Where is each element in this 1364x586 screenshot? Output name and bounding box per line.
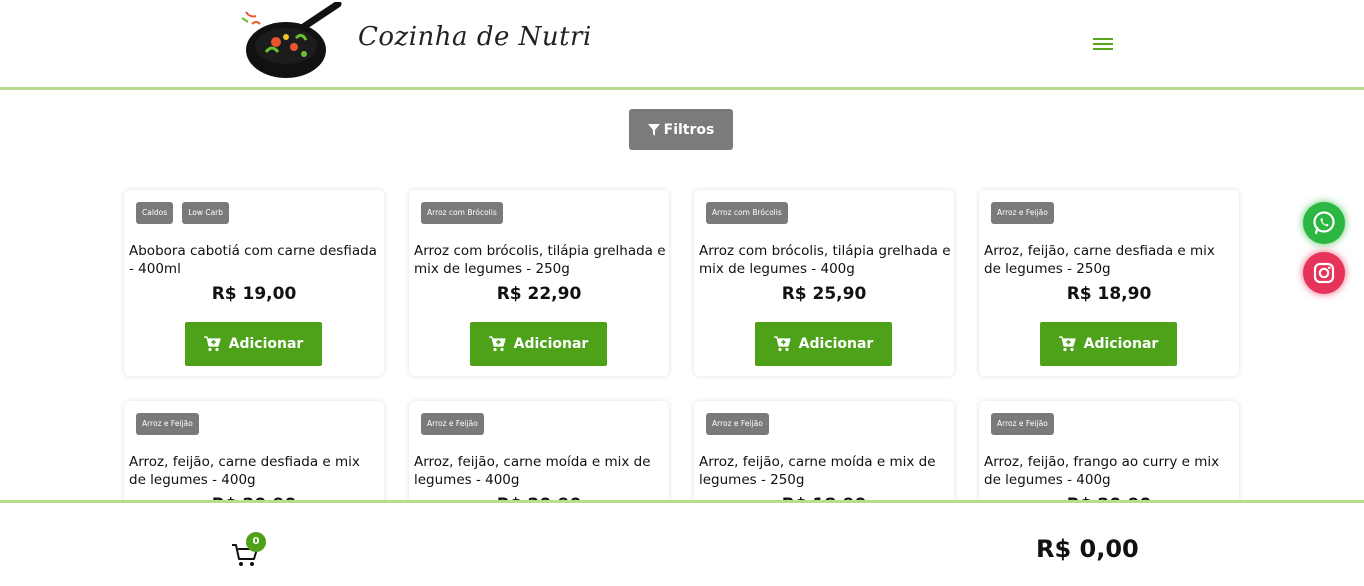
add-cart-icon [773,336,791,352]
product-tags: Arroz e Feijão [991,202,1054,224]
product-name: Arroz, feijão, carne moída e mix de legu… [414,454,651,488]
category-tag: Arroz com Brócolis [421,202,503,224]
product-name: Arroz, feijão, frango ao curry e mix de … [984,454,1220,488]
category-tag: Caldos [136,202,174,224]
category-tag: Arroz e Feijão [136,413,199,435]
product-price: R$ 25,90 [781,284,867,304]
product-name: Arroz, feijão, carne moída e mix de legu… [699,454,936,488]
product-price: R$ 18,90 [1066,284,1152,304]
cart-footer: 0 R$ 0,00 [0,500,1364,586]
product-tags: Arroz e Feijão [421,413,484,435]
product-tags: Arroz e Feijão [706,413,769,435]
product-tags: Arroz e Feijão [136,413,199,435]
category-tag: Arroz e Feijão [991,413,1054,435]
whatsapp-button[interactable] [1303,202,1345,244]
product-tags: Caldos Low Carb [136,202,230,224]
add-button-label: Adicionar [1083,336,1159,352]
category-tag: Arroz e Feijão [421,413,484,435]
filters-label: Filtros [663,121,715,138]
brand-name[interactable]: Cozinha de Nutri [358,22,592,52]
cart-total: R$ 0,00 [1036,535,1139,563]
category-tag: Arroz com Brócolis [706,202,788,224]
add-to-cart-button[interactable]: Adicionar [470,322,607,366]
product-card: Caldos Low Carb Abobora cabotiá com carne… [124,190,384,376]
filters-button[interactable]: Filtros [629,109,733,150]
category-tag: Low Carb [182,202,230,224]
add-to-cart-button[interactable]: Adicionar [1040,322,1177,366]
add-cart-icon [203,336,221,352]
add-button-label: Adicionar [228,336,304,352]
product-name: Arroz com brócolis, tilápia grelhada e m… [414,243,666,277]
product-name: Arroz, feijão, carne desfiada e mix de l… [984,243,1215,277]
category-tag: Arroz e Feijão [991,202,1054,224]
product-card: Arroz com Brócolis Arroz com brócolis, t… [409,190,669,376]
add-button-label: Adicionar [513,336,589,352]
product-tags: Arroz com Brócolis [706,202,788,224]
hamburger-icon[interactable] [1093,38,1113,52]
product-price: R$ 19,00 [211,284,297,304]
product-name: Abobora cabotiá com carne desfiada - 400… [129,243,377,277]
add-button-label: Adicionar [798,336,874,352]
product-card: Arroz com Brócolis Arroz com brócolis, t… [694,190,954,376]
add-to-cart-button[interactable]: Adicionar [185,322,322,366]
add-cart-icon [1058,336,1076,352]
product-price: R$ 22,90 [496,284,582,304]
add-to-cart-button[interactable]: Adicionar [755,322,892,366]
category-tag: Arroz e Feijão [706,413,769,435]
product-tags: Arroz e Feijão [991,413,1054,435]
product-tags: Arroz com Brócolis [421,202,503,224]
site-header: Cozinha de Nutri [0,0,1364,90]
cart-count-badge: 0 [246,532,266,552]
filter-icon [647,123,660,136]
product-card: Arroz e Feijão Arroz, feijão, carne desf… [979,190,1239,376]
instagram-icon [1313,262,1335,284]
app-root: Cozinha de Nutri Filtros Caldos Low Carb … [0,0,1364,586]
add-cart-icon [488,336,506,352]
logo-pan-icon[interactable] [238,2,348,82]
product-name: Arroz, feijão, carne desfiada e mix de l… [129,454,360,488]
product-name: Arroz com brócolis, tilápia grelhada e m… [699,243,951,277]
instagram-button[interactable] [1303,252,1345,294]
whatsapp-icon [1313,211,1335,235]
